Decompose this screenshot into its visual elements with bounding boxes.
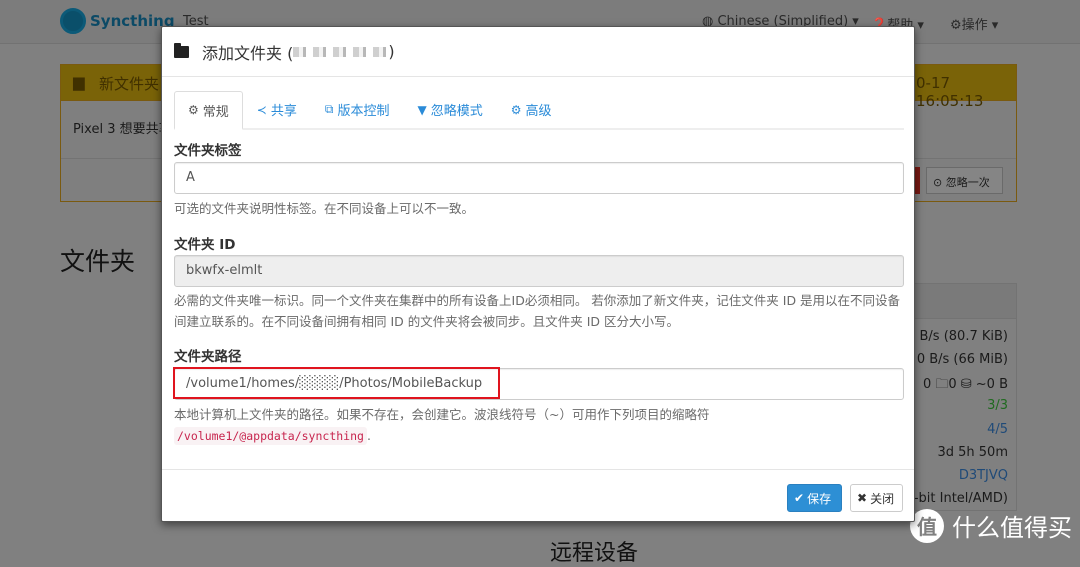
tab-sharing[interactable]: ≺ 共享 — [243, 91, 311, 128]
local-state: 0 🗀0 ⛁ ~0 B — [922, 377, 1008, 392]
tab-label: 共享 — [270, 104, 297, 119]
download-rate: 0 B/s (80.7 KiB) — [907, 329, 1008, 344]
dialog-title: 添加文件夹 ( — [202, 43, 294, 63]
tab-label: 常规 — [202, 104, 229, 120]
banner-text: Pixel 3 想要共享 — [73, 122, 172, 137]
upload-rate: 0 B/s (66 MiB) — [916, 352, 1008, 367]
device-id[interactable]: D3TJVQ — [959, 468, 1008, 483]
tab-label: 高级 — [525, 104, 552, 119]
save-label: 保存 — [807, 491, 832, 506]
listeners: 3/3 — [987, 398, 1008, 413]
folder-id-input: bkwfx-elmlt — [174, 255, 904, 287]
path-help-text: 本地计算机上文件夹的路径。如果不存在，会创建它。波浪线符号（~）可用作下列项目的… — [174, 407, 710, 422]
check-icon: ✔ — [794, 491, 805, 505]
folder-path-title: 文件夹路径 — [174, 349, 242, 365]
close-label: 关闭 — [870, 491, 895, 506]
tab-label: 忽略模式 — [430, 104, 483, 119]
watermark-badge: 值 — [910, 508, 944, 543]
ignore-once-label: 忽略一次 — [945, 176, 990, 189]
gear-icon: ⚙ — [188, 103, 199, 117]
discovery: 4/5 — [987, 422, 1008, 437]
folder-icon: ▆ — [73, 73, 85, 91]
filter-icon: ▼ — [417, 102, 427, 117]
panel-header — [901, 284, 1016, 319]
tab-advanced[interactable]: ⚙ 高级 — [497, 91, 566, 128]
path-code-end: . — [366, 428, 371, 443]
path-code: /volume1/@appdata/syncthing — [174, 427, 367, 445]
close-button[interactable]: ✖ 关闭 — [850, 484, 903, 512]
add-folder-dialog: 添加文件夹 () ⚙ 常规 ≺ 共享 ⧉ 版本控制 ▼ 忽略模式 ⚙ 高级 文件夹标签 A… — [161, 26, 915, 522]
blurred-device-name — [293, 46, 389, 57]
ignore-once-button[interactable]: ⊙ 忽略一次 — [926, 167, 1003, 194]
folder-label-input[interactable]: A — [174, 162, 904, 194]
tab-versioning[interactable]: ⧉ 版本控制 — [311, 91, 404, 128]
tab-ignore-patterns[interactable]: ▼ 忽略模式 — [403, 91, 496, 128]
dialog-title-end: ) — [388, 42, 395, 61]
folder-label-title: 文件夹标签 — [174, 143, 242, 159]
watermark: 值什么值得买 — [910, 508, 1072, 543]
syncthing-logo-icon — [60, 8, 86, 34]
folders-heading: 文件夹 — [60, 247, 136, 276]
folder-label-help: 可选的文件夹说明性标签。在不同设备上可以不一致。 — [174, 201, 475, 216]
dialog-header: 添加文件夹 () — [162, 27, 914, 77]
banner-title: 新文件夹 — [99, 75, 160, 93]
folder-path-help: 本地计算机上文件夹的路径。如果不存在，会创建它。波浪线符号（~）可用作下列项目的… — [174, 404, 904, 447]
banner-time: 0-17 16:05:13 — [916, 74, 984, 110]
device-panel: 0 B/s (80.7 KiB) 0 B/s (66 MiB) 0 🗀0 ⛁ ~… — [900, 283, 1017, 511]
folder-icon — [174, 42, 189, 58]
actions-label: 操作 — [961, 18, 988, 33]
cogs-icon: ⚙ — [510, 102, 522, 117]
tab-general[interactable]: ⚙ 常规 — [174, 91, 243, 130]
close-icon: ✖ — [857, 491, 868, 505]
actions-menu[interactable]: ⚙操作 ▾ — [950, 14, 998, 33]
version: 4-bit Intel/AMD) — [905, 491, 1008, 506]
copy-icon: ⧉ — [324, 102, 334, 116]
watermark-text: 什么值得买 — [952, 514, 1072, 542]
folder-id-help: 必需的文件夹唯一标识。同一个文件夹在集群中的所有设备上ID必须相同。 若你添加了… — [174, 293, 901, 329]
folder-id-title: 文件夹 ID — [174, 237, 236, 253]
dialog-tabs: ⚙ 常规 ≺ 共享 ⧉ 版本控制 ▼ 忽略模式 ⚙ 高级 — [174, 91, 904, 130]
share-icon: ≺ — [256, 102, 267, 117]
remote-devices-heading: 远程设备 — [550, 541, 639, 566]
highlight-box — [173, 367, 500, 399]
save-button[interactable]: ✔ 保存 — [787, 484, 842, 512]
tab-label: 版本控制 — [337, 104, 390, 119]
uptime: 3d 5h 50m — [937, 445, 1008, 460]
dialog-footer — [162, 469, 914, 470]
